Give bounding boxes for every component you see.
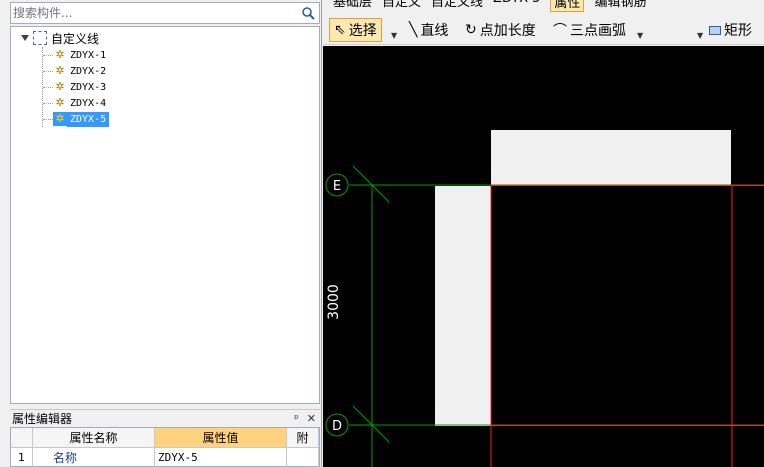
wall-fill-top [491,130,731,186]
more-dropdown-icon[interactable]: ▼ [697,23,703,47]
rect-button[interactable]: 矩形 [709,18,752,42]
search-box[interactable] [10,2,320,24]
gear-icon: ✲ [55,96,65,109]
arc-button[interactable]: ⌒ 三点画弧 [553,18,626,42]
arc-dropdown-icon[interactable]: ▼ [637,23,643,47]
column-header-value[interactable]: 属性值 [155,428,287,448]
select-button[interactable]: ⇖ 选择 [329,18,382,42]
gear-icon: ✲ [53,112,67,126]
floor-dropdown[interactable]: 基础层 [333,0,372,12]
drawing-area: 基础层 自定义 自定义线 ZDYX-5 属性 编辑钢筋 ⇖ 选择 ▼ ╲ 直线 … [323,0,764,467]
point-length-label: 点加长度 [479,23,536,39]
cursor-icon: ⇖ [334,22,346,38]
gear-icon: ✲ [55,48,65,61]
edit-rebar-button[interactable]: 编辑钢筋 [594,0,646,12]
property-name: 名称 [33,448,155,467]
arc-icon: ⌒ [553,23,567,39]
pin-icon[interactable]: ᵖ [294,412,299,425]
tree-item-label: ZDYX-2 [70,65,107,77]
tree-item-label: ZDYX-5 [67,111,110,127]
draw-toolbar: ⇖ 选择 ▼ ╲ 直线 ↻ 点加长度 ⌒ 三点画弧 ▼ ▼ 矩形 [323,14,764,45]
line-label: 直线 [420,23,449,39]
axis-label-e: E [333,179,341,194]
dimension-text: 3000 [326,284,342,320]
property-button[interactable]: 属性 [550,0,585,12]
close-icon[interactable]: ✕ [307,412,316,425]
search-icon[interactable] [298,4,318,22]
category-dropdown[interactable]: 自定义 [382,0,421,12]
row-index: 1 [11,448,33,467]
top-toolbar: 基础层 自定义 自定义线 ZDYX-5 属性 编辑钢筋 [323,0,764,12]
index-header [11,428,33,448]
dimension-tick-top [352,165,390,203]
select-dropdown-icon[interactable]: ▼ [391,23,397,47]
cad-drawing: E D 3000 [325,130,764,467]
line-button[interactable]: ╲ 直线 [409,18,448,42]
property-table: 属性名称 属性值 附 1 名称 ZDYX-5 [10,427,320,467]
component-panel: 自定义线 ✲ ZDYX-1 ✲ ZDYX-2 ✲ ZDYX-3 ✲ ZDYX-4… [0,0,322,467]
wall-fill-left [435,186,491,426]
column-header-extra[interactable]: 附 [287,428,319,448]
property-extra[interactable] [287,448,319,467]
cad-canvas[interactable]: E D 3000 [323,46,764,467]
tree-item-label: ZDYX-1 [70,49,107,61]
tree-root[interactable]: 自定义线 [21,29,99,47]
point-length-icon: ↻ [465,22,477,38]
component-dropdown[interactable]: ZDYX-5 [493,0,540,12]
gear-icon: ✲ [55,64,65,77]
search-input[interactable] [13,4,293,22]
custom-line-icon [33,31,47,45]
tree-item-label: ZDYX-3 [70,81,107,93]
tree-item-label: ZDYX-4 [70,97,107,109]
property-editor-header: 属性编辑器 ᵖ ✕ [10,409,320,426]
tree-item-zdyx-3[interactable]: ✲ ZDYX-3 [43,79,109,95]
line-icon: ╲ [409,22,418,38]
tree-root-label: 自定义线 [51,31,100,46]
column-header-name[interactable]: 属性名称 [33,428,155,448]
gear-icon: ✲ [55,80,65,93]
tree-item-zdyx-2[interactable]: ✲ ZDYX-2 [43,63,109,79]
component-tree: 自定义线 ✲ ZDYX-1 ✲ ZDYX-2 ✲ ZDYX-3 ✲ ZDYX-4… [10,26,320,404]
arc-label: 三点画弧 [570,23,626,39]
select-label: 选择 [348,23,377,39]
tree-item-zdyx-5[interactable]: ✲ ZDYX-5 [43,111,110,127]
table-row[interactable]: 1 名称 ZDYX-5 [11,448,319,467]
point-length-button[interactable]: ↻ 点加长度 [465,18,536,42]
axis-label-d: D [332,419,342,434]
rect-label: 矩形 [724,23,752,39]
property-value[interactable]: ZDYX-5 [155,448,287,467]
tree-item-zdyx-4[interactable]: ✲ ZDYX-4 [43,95,109,111]
tree-item-zdyx-1[interactable]: ✲ ZDYX-1 [43,47,109,63]
property-table-header: 属性名称 属性值 附 [11,428,319,448]
app-window: 自定义线 ✲ ZDYX-1 ✲ ZDYX-2 ✲ ZDYX-3 ✲ ZDYX-4… [0,0,764,467]
collapse-triangle-icon[interactable] [21,35,29,41]
dimension-tick-bottom [352,405,390,443]
type-dropdown[interactable]: 自定义线 [431,0,483,12]
rectangle-icon [709,25,721,35]
property-editor-title: 属性编辑器 [12,411,73,426]
